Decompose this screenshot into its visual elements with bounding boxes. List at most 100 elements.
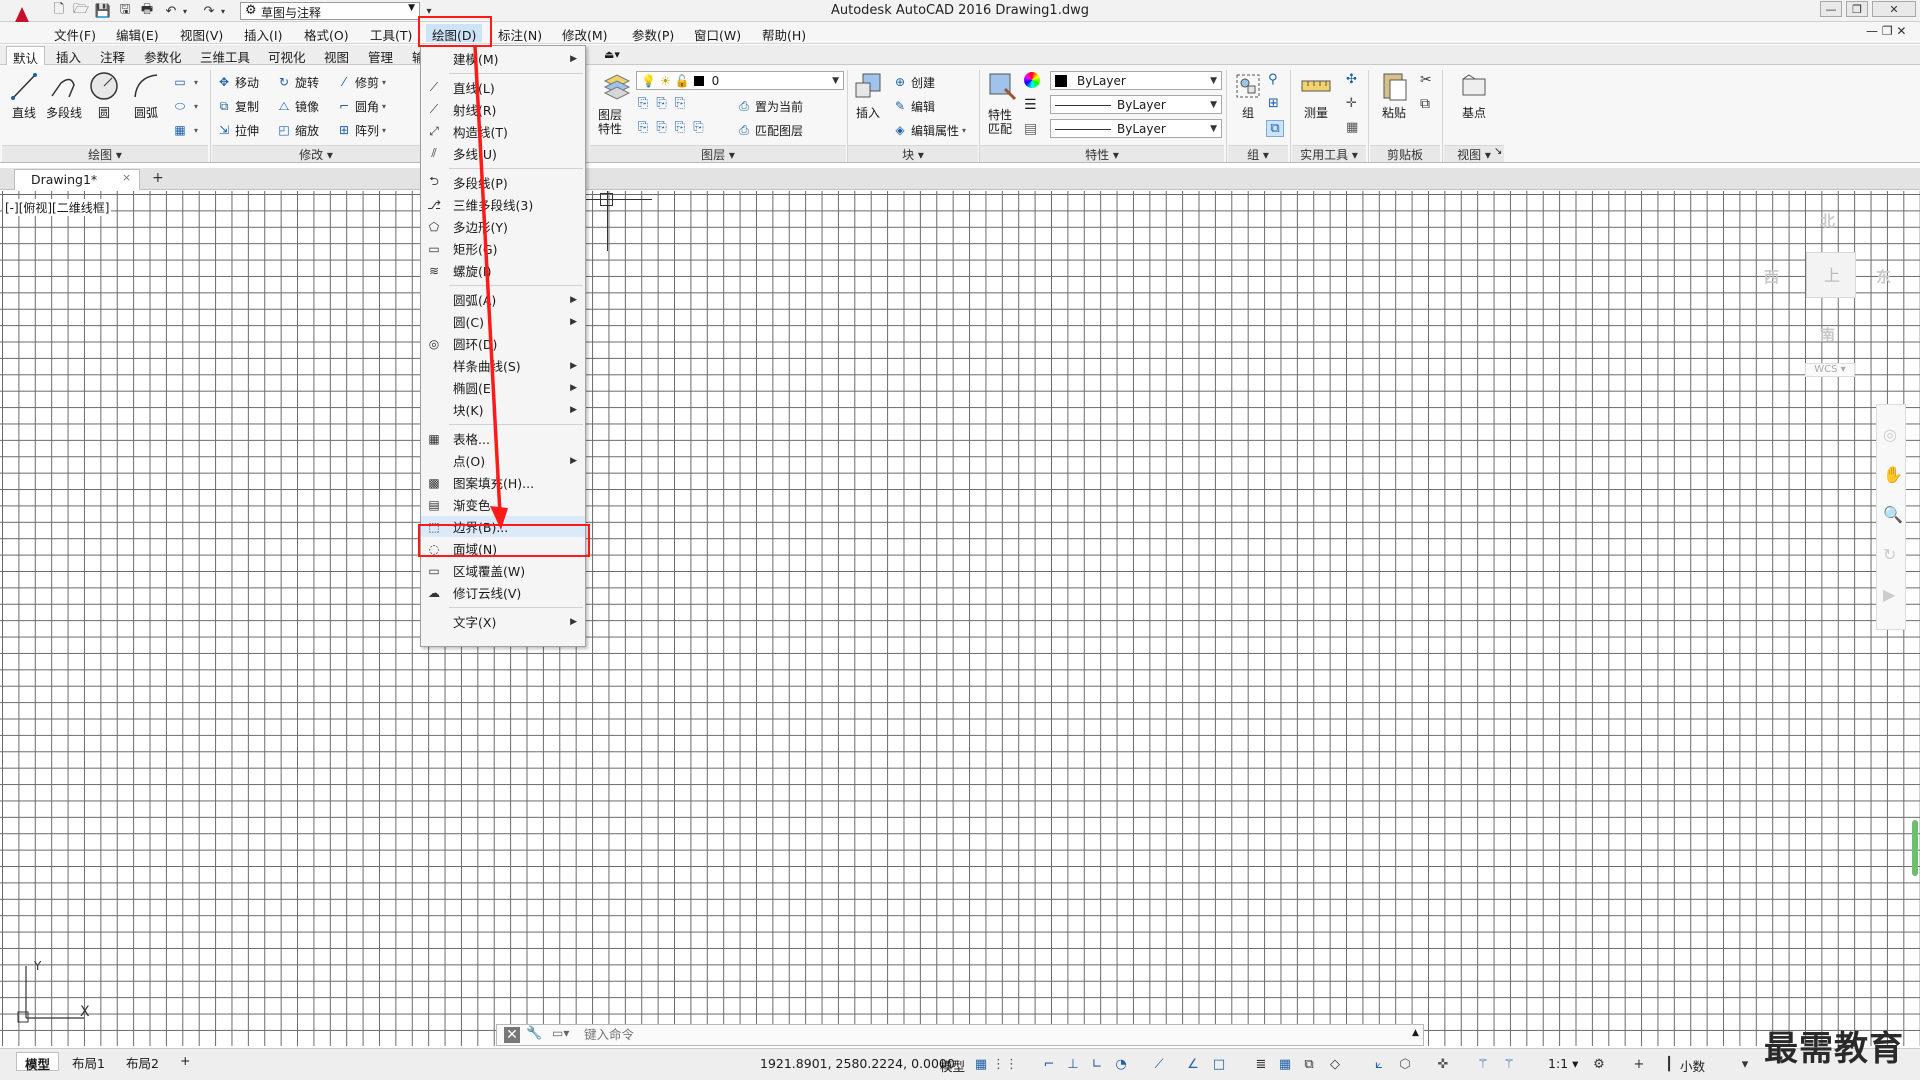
measure-tool[interactable]: 测量 <box>1294 70 1338 130</box>
grid-icon[interactable]: ▦ <box>972 1056 990 1072</box>
wcs-menu[interactable]: WCS ▾ <box>1805 363 1855 377</box>
selection-cycling-icon[interactable]: ⧉ <box>1300 1056 1318 1072</box>
restore-button[interactable]: ❐ <box>1846 1 1868 17</box>
object-snap-icon[interactable]: □ <box>1210 1056 1228 1072</box>
snap-icon[interactable]: ⋮⋮ <box>992 1056 1018 1072</box>
line-tool[interactable]: 直线 <box>2 70 46 130</box>
viewcube-north[interactable]: 北 <box>1820 210 1835 231</box>
paste-tool[interactable]: 粘贴 <box>1372 70 1416 130</box>
ungroup-icon[interactable]: ⚲ <box>1268 72 1278 87</box>
viewcube-west[interactable]: 西 <box>1764 266 1779 287</box>
tab-3d-tools[interactable]: 三维工具 <box>194 46 256 65</box>
stretch-tool[interactable]: ⇲ 拉伸 <box>216 120 259 140</box>
scale-tool[interactable]: ◰ 缩放 <box>276 120 319 140</box>
layer-tools-row2[interactable]: ⎘⎘⎘⎘ <box>638 120 712 135</box>
hatch-tool[interactable]: ▦ ▾ <box>172 120 198 140</box>
annotation-monitor-icon[interactable]: + <box>1630 1056 1648 1072</box>
draw-menu-item-26[interactable]: ▭ 区域覆盖(W) <box>421 560 585 581</box>
document-window-controls[interactable]: — ❐ ✕ <box>1866 24 1906 38</box>
isodraft-icon[interactable]: ⟋ <box>1150 1056 1168 1072</box>
drawing-canvas[interactable] <box>0 191 1920 1046</box>
menu-format[interactable]: 格式(O) <box>298 24 355 43</box>
block-panel-title[interactable]: 块 ▾ <box>848 145 978 162</box>
insert-block-tool[interactable]: 插入 <box>846 70 890 130</box>
arc-tool[interactable]: 圆弧 <box>124 70 168 130</box>
annotation-visibility-icon[interactable]: ⚚ <box>1474 1056 1492 1072</box>
copy-tool[interactable]: ⧉ 复制 <box>216 96 259 116</box>
workspace-switch-gear-icon[interactable]: ⚙ <box>1590 1056 1608 1072</box>
tab-manage[interactable]: 管理 <box>362 46 399 65</box>
polar-icon[interactable]: ◔ <box>1112 1056 1130 1072</box>
rotate-tool[interactable]: ↻ 旋转 <box>276 72 319 92</box>
quick-calc-icon[interactable]: ✣ <box>1346 72 1357 87</box>
minimize-button[interactable]: — <box>1820 1 1842 17</box>
draw-menu-item-27[interactable]: ☁ 修订云线(V) <box>421 582 585 603</box>
dynamic-ucs-icon[interactable]: ⟀ <box>1370 1056 1388 1072</box>
steering-wheel-icon[interactable]: ◎ <box>1883 425 1897 444</box>
zoom-icon[interactable]: 🔍 <box>1883 505 1903 524</box>
tab-layout1[interactable]: 布局1 <box>64 1052 113 1071</box>
group-tool[interactable]: 组 <box>1226 70 1270 130</box>
tab-layout2[interactable]: 布局2 <box>118 1052 167 1071</box>
layer-select[interactable]: 💡 ☀ 🔓 0 ▼ <box>636 71 844 90</box>
transparency-icon[interactable]: ▦ <box>1276 1056 1294 1072</box>
edit-block-tool[interactable]: ✎ 编辑 <box>892 96 935 116</box>
lineweight-select[interactable]: ByLayer ▼ <box>1050 119 1222 138</box>
match-layer-tool[interactable]: ⎙ 匹配图层 <box>736 120 803 140</box>
ribbon-toggle-icon[interactable]: ⏏▾ <box>604 48 620 61</box>
panel-launcher-icon[interactable]: ↘ <box>1494 146 1502 157</box>
id-point-icon[interactable]: ✛ <box>1346 96 1357 111</box>
layer-tools-row1[interactable]: ⎘⎘⎘ <box>638 96 693 111</box>
annotation-scale-select[interactable]: 1:1 ▾ <box>1548 1056 1578 1071</box>
tab-model[interactable]: 模型 <box>16 1052 60 1072</box>
set-current-layer-tool[interactable]: ⎙ 置为当前 <box>736 96 803 116</box>
circle-tool[interactable]: 圆 <box>82 70 126 130</box>
wrench-icon[interactable]: 🔧 <box>526 1026 542 1041</box>
3d-osnap-icon[interactable]: ◇ <box>1326 1056 1344 1072</box>
group-panel-title[interactable]: 组 ▾ <box>1228 145 1288 162</box>
array-tool[interactable]: ⊞ 阵列 ▾ <box>336 120 386 140</box>
coordinate-readout[interactable]: 1921.8901, 2580.2224, 0.0000 <box>760 1056 955 1071</box>
showmotion-icon[interactable]: ▶ <box>1883 585 1895 604</box>
utilities-panel-title[interactable]: 实用工具 ▾ <box>1292 145 1366 162</box>
trim-tool[interactable]: ⁄ 修剪 ▾ <box>336 72 386 92</box>
close-tab-icon[interactable]: × <box>122 171 131 184</box>
tab-default[interactable]: 默认 <box>6 46 46 66</box>
orbit-icon[interactable]: ↻ <box>1883 545 1896 564</box>
model-space-button[interactable]: 模型 <box>940 1056 965 1075</box>
linetype-select[interactable]: ByLayer ▼ <box>1050 95 1222 114</box>
new-tab-button[interactable]: + <box>152 170 164 186</box>
modify-panel-title[interactable]: 修改 ▾ <box>212 145 420 162</box>
cut-icon[interactable]: ✂ <box>1420 72 1432 88</box>
selection-filter-icon[interactable]: ⬡ <box>1396 1056 1414 1072</box>
command-history-icon[interactable]: ▲ <box>1412 1028 1419 1038</box>
pan-icon[interactable]: ✋ <box>1883 465 1903 484</box>
layer-panel-title[interactable]: 图层 ▾ <box>590 145 846 162</box>
draw-panel-title[interactable]: 绘图 ▾ <box>2 145 208 162</box>
group-edit-icon[interactable]: ⊞ <box>1268 96 1279 111</box>
menu-tools[interactable]: 工具(T) <box>364 24 418 43</box>
menu-file[interactable]: 文件(F) <box>48 24 102 43</box>
tab-annotate[interactable]: 注释 <box>94 46 131 65</box>
infer-constraints-icon[interactable]: ⌐ <box>1040 1056 1058 1072</box>
close-button[interactable]: ✕ <box>1872 1 1916 17</box>
dynamic-input-icon[interactable]: ⊥ <box>1064 1056 1082 1072</box>
mirror-tool[interactable]: ⧍ 镜像 <box>276 96 319 116</box>
clipboard-panel-title[interactable]: 剪贴板 <box>1370 145 1440 162</box>
tab-visualize[interactable]: 可视化 <box>262 46 312 65</box>
polyline-tool[interactable]: 多段线 <box>42 70 86 130</box>
menu-insert[interactable]: 插入(I) <box>238 24 288 43</box>
add-layout-button[interactable]: + <box>172 1052 198 1071</box>
close-icon[interactable]: ✕ <box>504 1027 520 1043</box>
viewport-controls-label[interactable]: [-][俯视][二维线框] <box>3 199 112 216</box>
menu-parametric[interactable]: 参数(P) <box>626 24 680 43</box>
scroll-indicator[interactable] <box>1912 820 1918 876</box>
tab-insert[interactable]: 插入 <box>50 46 87 65</box>
viewcube-south[interactable]: 南 <box>1820 324 1835 345</box>
properties-panel-title[interactable]: 特性 ▾ <box>980 145 1224 162</box>
viewcube-east[interactable]: 东 <box>1876 266 1891 287</box>
menu-edit[interactable]: 编辑(E) <box>110 24 165 43</box>
units-select[interactable]: 小数 <box>1680 1056 1705 1075</box>
command-input[interactable] <box>582 1025 1402 1043</box>
menu-view[interactable]: 视图(V) <box>174 24 229 43</box>
